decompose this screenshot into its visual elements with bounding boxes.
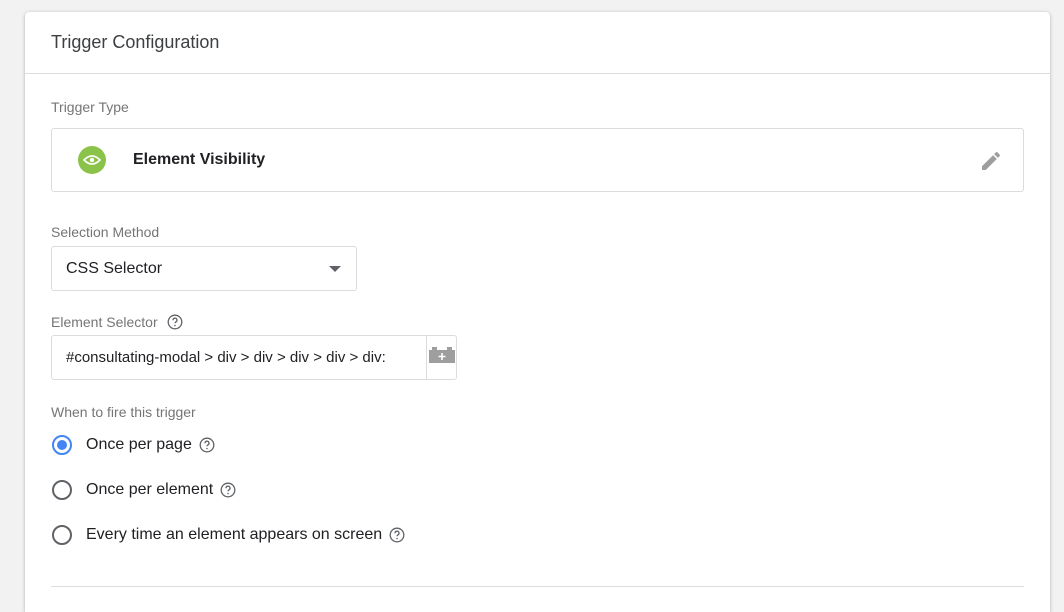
help-icon[interactable] (167, 314, 183, 330)
trigger-type-name: Element Visibility (133, 151, 266, 168)
element-selector-field-group: #consultating-modal > div > div > div > … (51, 335, 457, 380)
fire-option-every-time[interactable]: Every time an element appears on screen (52, 525, 405, 545)
trigger-type-selector[interactable]: Element Visibility (51, 128, 1024, 192)
element-selector-label-row: Element Selector (51, 314, 183, 330)
fire-option-once-per-element[interactable]: Once per element (52, 480, 236, 500)
card-header: Trigger Configuration (25, 12, 1050, 74)
selection-method-dropdown[interactable]: CSS Selector (51, 246, 357, 291)
trigger-type-label: Trigger Type (51, 99, 129, 115)
selection-method-value: CSS Selector (66, 259, 163, 277)
variable-brick-icon (428, 347, 455, 368)
card-title: Trigger Configuration (51, 32, 220, 52)
selection-method-label: Selection Method (51, 224, 160, 240)
radio-button[interactable] (52, 435, 72, 455)
radio-button[interactable] (52, 525, 72, 545)
help-icon[interactable] (220, 482, 236, 498)
fire-option-label: Every time an element appears on screen (86, 526, 383, 543)
element-selector-label: Element Selector (51, 314, 158, 330)
fire-option-once-per-page[interactable]: Once per page (52, 435, 215, 455)
section-divider (51, 586, 1024, 587)
help-icon[interactable] (199, 437, 215, 453)
eye-icon (78, 146, 106, 174)
fire-label: When to fire this trigger (51, 404, 196, 420)
help-icon[interactable] (389, 527, 405, 543)
trigger-configuration-card: Trigger Configuration Trigger Type Eleme… (25, 12, 1050, 612)
element-selector-input[interactable]: #consultating-modal > div > div > div > … (52, 336, 426, 379)
fire-option-label: Once per element (86, 481, 214, 498)
dropdown-arrow-icon (329, 266, 341, 272)
variable-picker-button[interactable] (426, 336, 456, 379)
fire-option-label: Once per page (86, 436, 192, 453)
pencil-icon[interactable] (979, 149, 1003, 173)
radio-button[interactable] (52, 480, 72, 500)
